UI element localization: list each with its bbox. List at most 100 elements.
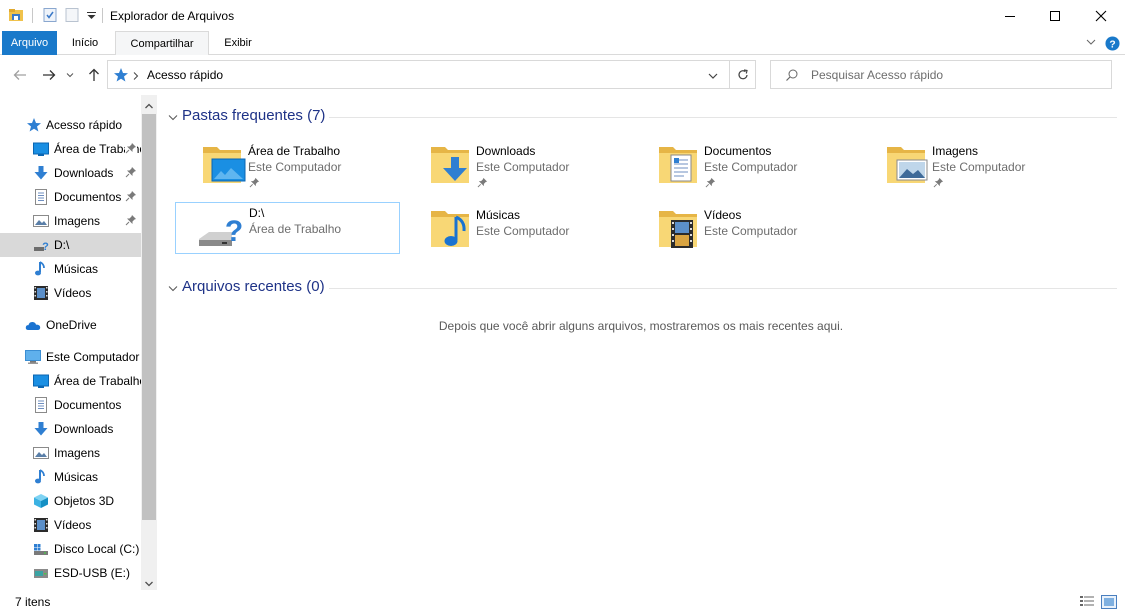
recent-locations-button[interactable]: [64, 66, 76, 84]
tab-view[interactable]: Exibir: [215, 31, 261, 55]
sidebar-item-label: D:\: [54, 238, 70, 252]
frequent-folder-downloads[interactable]: Downloads Este Computador: [403, 139, 628, 191]
pin-icon: [477, 177, 488, 188]
close-button[interactable]: [1078, 0, 1124, 31]
file-explorer-icon[interactable]: [8, 7, 24, 23]
sidebar-item-label: Imagens: [54, 446, 101, 460]
group-header-frequent[interactable]: Pastas frequentes (7): [167, 107, 337, 127]
computer-icon: [25, 349, 41, 365]
scroll-up-button[interactable]: [144, 99, 154, 109]
pin-icon: [125, 142, 137, 154]
refresh-button[interactable]: [736, 68, 750, 82]
sidebar-item-label: ESD-USB (E:): [54, 566, 131, 580]
frequent-folder-pictures[interactable]: Imagens Este Computador: [859, 139, 1084, 191]
sidebar-item-label: Disco Local (C:): [54, 542, 140, 556]
scroll-thumb[interactable]: [142, 114, 156, 520]
sidebar-item-pictures[interactable]: Imagens: [0, 209, 141, 233]
document-icon: [33, 397, 49, 413]
large-icons-view-button[interactable]: [1101, 595, 1117, 609]
sidebar-item-pc-downloads[interactable]: Downloads: [0, 417, 141, 441]
frequent-folder-videos[interactable]: Vídeos Este Computador: [631, 203, 856, 255]
group-title: Arquivos recentes (0): [182, 278, 325, 295]
arrow-right-icon: [43, 70, 56, 80]
svg-text:?: ?: [1109, 39, 1115, 50]
group-divider: [329, 117, 1117, 118]
sidebar-item-pc-documents[interactable]: Documentos: [0, 393, 141, 417]
scroll-down-button[interactable]: [144, 577, 154, 587]
minimize-button[interactable]: [987, 0, 1033, 31]
pictures-icon: [33, 445, 49, 461]
forward-button[interactable]: [40, 66, 58, 84]
sidebar-item-downloads[interactable]: Downloads: [0, 161, 141, 185]
sidebar-item-pc-music[interactable]: Músicas: [0, 465, 141, 489]
tile-name: Documentos: [704, 144, 772, 158]
properties-icon[interactable]: [42, 7, 58, 23]
tile-location: Este Computador: [704, 160, 798, 174]
pictures-folder-icon: [885, 143, 933, 187]
frequent-folder-desktop[interactable]: Área de Trabalho Este Computador: [175, 139, 400, 191]
pictures-icon: [33, 213, 49, 229]
frequent-folder-documents[interactable]: Documentos Este Computador: [631, 139, 856, 191]
sidebar-item-pc-videos[interactable]: Vídeos: [0, 513, 141, 537]
sidebar-item-videos[interactable]: Vídeos: [0, 281, 141, 305]
sidebar-item-drive-d[interactable]: ? D:\: [0, 233, 141, 257]
sidebar-item-label: Downloads: [54, 166, 114, 180]
video-icon: [33, 517, 49, 533]
tile-name: Músicas: [476, 208, 521, 222]
sidebar-item-label: Área de Trabalho: [54, 374, 141, 388]
tile-location: Este Computador: [476, 160, 570, 174]
up-button[interactable]: [85, 66, 103, 84]
sidebar-item-onedrive[interactable]: OneDrive: [0, 313, 141, 337]
sidebar-item-this-pc[interactable]: Este Computador: [0, 345, 141, 369]
help-button[interactable]: ?: [1104, 35, 1120, 51]
sidebar-item-label: Downloads: [54, 422, 114, 436]
details-view-button[interactable]: [1079, 595, 1095, 609]
tab-home[interactable]: Início: [62, 31, 108, 55]
sidebar-item-usb-e[interactable]: ESD-USB (E:): [0, 561, 141, 585]
sidebar-item-local-disk-c[interactable]: Disco Local (C:): [0, 537, 141, 561]
sidebar-item-pc-desktop[interactable]: Área de Trabalho: [0, 369, 141, 393]
back-button[interactable]: [11, 66, 29, 84]
search-box[interactable]: [770, 60, 1112, 89]
unknown-drive-icon: ?: [33, 237, 49, 253]
frequent-folder-drive-d[interactable]: ? D:\ Área de Trabalho: [175, 202, 400, 254]
address-bar[interactable]: Acesso rápido: [107, 60, 756, 89]
sidebar-item-music[interactable]: Músicas: [0, 257, 141, 281]
sidebar-item-label: Vídeos: [54, 518, 92, 532]
sidebar-item-label: OneDrive: [46, 318, 97, 332]
tile-name: Imagens: [932, 144, 979, 158]
chevron-right-icon[interactable]: [132, 70, 140, 80]
title-separator: [32, 8, 33, 23]
tile-location: Este Computador: [248, 160, 342, 174]
maximize-button[interactable]: [1032, 0, 1078, 31]
search-icon: [785, 68, 799, 82]
arrow-up-icon: [89, 68, 99, 81]
frequent-folder-music[interactable]: Músicas Este Computador: [403, 203, 628, 255]
tile-location: Este Computador: [932, 160, 1026, 174]
new-folder-icon[interactable]: [64, 7, 80, 23]
tab-file[interactable]: Arquivo: [2, 31, 57, 55]
sidebar-item-quick-access[interactable]: Acesso rápido: [0, 113, 141, 137]
sidebar-scrollbar[interactable]: [141, 95, 157, 590]
sidebar-item-pc-pictures[interactable]: Imagens: [0, 441, 141, 465]
sidebar-item-label: Músicas: [54, 470, 99, 484]
local-disk-icon: [33, 541, 49, 557]
chevron-down-icon: [167, 112, 179, 124]
search-input[interactable]: [811, 67, 1101, 83]
navigation-bar: Acesso rápido: [0, 55, 1125, 95]
tab-share[interactable]: Compartilhar: [115, 31, 209, 56]
address-history-button[interactable]: [707, 70, 719, 82]
pin-icon: [249, 177, 260, 188]
sidebar-item-label: Documentos: [54, 398, 122, 412]
address-path[interactable]: Acesso rápido: [147, 68, 223, 82]
customize-toolbar-icon[interactable]: [84, 7, 100, 23]
sidebar-item-3d-objects[interactable]: Objetos 3D: [0, 489, 141, 513]
title-separator: [102, 8, 103, 23]
music-folder-icon: [429, 207, 477, 251]
group-header-recent[interactable]: Arquivos recentes (0): [167, 278, 337, 298]
expand-ribbon-button[interactable]: [1084, 35, 1098, 49]
sidebar-item-documents[interactable]: Documentos: [0, 185, 141, 209]
sidebar-item-desktop[interactable]: Área de Trabalho: [0, 137, 141, 161]
tile-name: Downloads: [476, 144, 536, 158]
sidebar-item-label: Objetos 3D: [54, 494, 115, 508]
